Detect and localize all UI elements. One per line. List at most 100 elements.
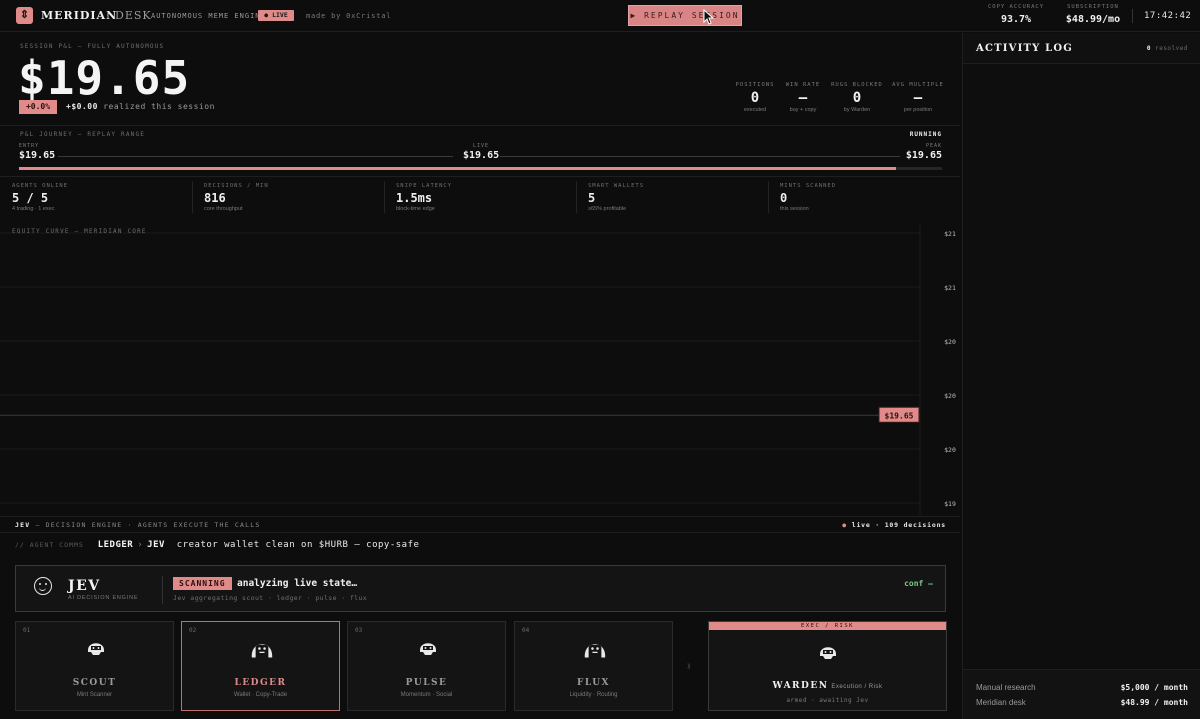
- current-value-label: $19.65: [885, 411, 914, 420]
- stat-snipe-latency: SNIPE LATENCY 1.5ms block-time edge: [384, 177, 576, 219]
- agent-name: LEDGER: [234, 678, 287, 688]
- stat-smart-wallets: SMART WALLETS 5 ≥65% profitable: [576, 177, 768, 219]
- stat-sub: this session: [780, 206, 809, 212]
- y-tick-label: $19: [944, 500, 956, 508]
- resolved-label: resolved: [1155, 45, 1188, 52]
- engine-title: JEV — DECISION ENGINE · AGENTS EXECUTE T…: [15, 521, 260, 529]
- y-tick-label: $20: [944, 338, 956, 346]
- agent-number: 04: [522, 627, 530, 634]
- comms-from: LEDGER: [97, 540, 134, 550]
- journey-line: [58, 156, 453, 157]
- helmet-avatar-icon: [88, 643, 104, 655]
- journey-line: [500, 156, 900, 157]
- pricing-row: Meridian desk $48.99 / month: [976, 698, 1188, 707]
- top-bar: ⇕ MERIDIAN · DESK AUTONOMOUS MEME ENGINE…: [0, 0, 1200, 32]
- arrow-icon: ›: [137, 540, 144, 550]
- equity-chart: $21 $21 $20 $20 $20 $19 $19.65 EQUITY CURVE — …: [0, 225, 960, 515]
- agent-name: PULSE: [405, 678, 448, 688]
- pnl-value: $19.65: [18, 51, 191, 105]
- flow-arrow-icon: ⟫: [687, 663, 691, 670]
- jev-detail: Jev aggregating scout · ledger · pulse ·…: [173, 594, 368, 602]
- resolved-count: 0 resolved: [1147, 45, 1188, 52]
- mouse-cursor-icon: [703, 9, 715, 25]
- kpi-label: AVG MULTIPLE: [892, 82, 944, 88]
- tagline: AUTONOMOUS MEME ENGINE: [151, 12, 266, 20]
- stat-decisions: DECISIONS / MIN 816 core throughput: [192, 177, 384, 219]
- comms-message: creator wallet clean on $HURB — copy-saf…: [176, 540, 420, 550]
- main-panel: SESSION P&L — FULLY AUTONOMOUS $19.65 +0…: [0, 33, 960, 719]
- made-by-credit: made by 0xCristal: [306, 12, 392, 20]
- jev-message: analyzing live state…: [237, 578, 358, 589]
- engine-live-status: ● live · 109 decisions: [842, 521, 946, 529]
- jev-role: AI DECISION ENGINE: [68, 595, 139, 601]
- brand-sub: · DESK: [106, 9, 152, 22]
- engine-name: JEV: [15, 521, 31, 529]
- entry-value: $19.65: [19, 150, 56, 161]
- agent-role: Mint Scanner: [76, 692, 113, 698]
- y-tick-label: $20: [944, 446, 956, 454]
- agent-role: Wallet · Copy-Trade: [233, 692, 288, 698]
- journey-status: RUNNING: [909, 131, 942, 138]
- stat-sub: core throughput: [204, 206, 243, 212]
- engine-live-text: live · 109 decisions: [847, 521, 946, 529]
- comms-label: // AGENT COMMS: [15, 541, 84, 549]
- stat-mints-scanned: MINTS SCANNED 0 this session: [768, 177, 960, 219]
- kpi-rugs-blocked: RUGS BLOCKED 0 by Warden: [822, 82, 892, 113]
- divider: [162, 576, 163, 604]
- equity-chart-svg: $21 $21 $20 $20 $20 $19 $19.65: [0, 225, 956, 515]
- live-value: $19.65: [463, 150, 500, 161]
- copy-accuracy-stat: COPY ACCURACY 93.7%: [985, 4, 1047, 25]
- realized-text: realized this session: [103, 102, 215, 111]
- agent-name: FLUX: [576, 678, 611, 688]
- journey-peak: PEAK $19.65: [906, 143, 942, 161]
- helmet-avatar-icon: [420, 643, 436, 655]
- agent-role: Momentum · Social: [400, 692, 453, 698]
- chart-title: EQUITY CURVE — MERIDIAN CORE: [12, 228, 147, 235]
- smiley-face-icon: [34, 577, 52, 595]
- helmet-avatar-icon: [820, 647, 836, 659]
- entry-label: ENTRY: [19, 143, 40, 149]
- journey-live: LIVE $19.65: [463, 143, 499, 161]
- pricing-label: Manual research: [976, 683, 1036, 692]
- stat-label: SNIPE LATENCY: [396, 183, 453, 189]
- subscription-value: $48.99/mo: [1065, 14, 1121, 25]
- replay-session-button[interactable]: ▶ REPLAY SESSION: [628, 5, 742, 26]
- subscription-label: SUBSCRIPTION: [1067, 4, 1119, 10]
- logo-icon: ⇕: [16, 7, 33, 24]
- stats-row: AGENTS ONLINE 5 / 5 4 trading · 1 exec D…: [0, 176, 960, 218]
- pricing-label: Meridian desk: [976, 698, 1026, 707]
- agent-card-pulse[interactable]: 03 PULSE Momentum · Social: [347, 621, 506, 711]
- agent-number: 03: [355, 627, 363, 634]
- resolved-number: 0: [1146, 45, 1151, 52]
- warden-status: armed · awaiting Jev: [786, 697, 869, 704]
- journey-progress-fill: [19, 167, 896, 170]
- activity-log-header: ACTIVITY LOG 0 resolved: [963, 33, 1200, 64]
- y-tick-label: $20: [944, 392, 956, 400]
- jev-card: JEV AI DECISION ENGINE SCANNING analyzin…: [15, 565, 946, 612]
- kpi-value: —: [913, 90, 923, 106]
- subscription-stat: SUBSCRIPTION $48.99/mo: [1060, 4, 1126, 25]
- journey-progress-track: [19, 167, 942, 170]
- jev-name: JEV: [68, 578, 101, 594]
- activity-log-list[interactable]: [963, 65, 1200, 669]
- longhair-avatar-icon: [584, 644, 606, 658]
- agent-role: Liquidity · Routing: [569, 692, 618, 698]
- agent-card-warden[interactable]: EXEC / RISK WARDEN Execution / Risk armed…: [708, 621, 947, 711]
- agent-card-ledger[interactable]: 02 LEDGER Wallet · Copy-Trade: [181, 621, 340, 711]
- jev-confidence: conf —: [904, 579, 933, 588]
- peak-value: $19.65: [905, 150, 942, 161]
- live-badge: ● LIVE: [258, 10, 294, 21]
- agent-card-flux[interactable]: 04 FLUX Liquidity · Routing: [514, 621, 673, 711]
- kpi-value: 0: [852, 90, 862, 106]
- pricing-row: Manual research $5,000 / month: [976, 683, 1188, 692]
- copy-accuracy-label: COPY ACCURACY: [987, 4, 1045, 10]
- warden-name: WARDEN Execution / Risk: [709, 681, 946, 691]
- agent-card-scout[interactable]: 01 SCOUT Mint Scanner: [15, 621, 174, 711]
- activity-sidebar: ACTIVITY LOG 0 resolved Manual research …: [962, 33, 1200, 719]
- kpi-sub: by Warden: [843, 107, 871, 113]
- stat-value: 816: [204, 191, 226, 205]
- pnl-journey: P&L JOURNEY — REPLAY RANGE RUNNING ENTRY…: [0, 125, 960, 175]
- stat-sub: ≥65% profitable: [588, 206, 627, 212]
- y-tick-label: $21: [944, 230, 956, 238]
- stat-sub: block-time edge: [396, 206, 435, 212]
